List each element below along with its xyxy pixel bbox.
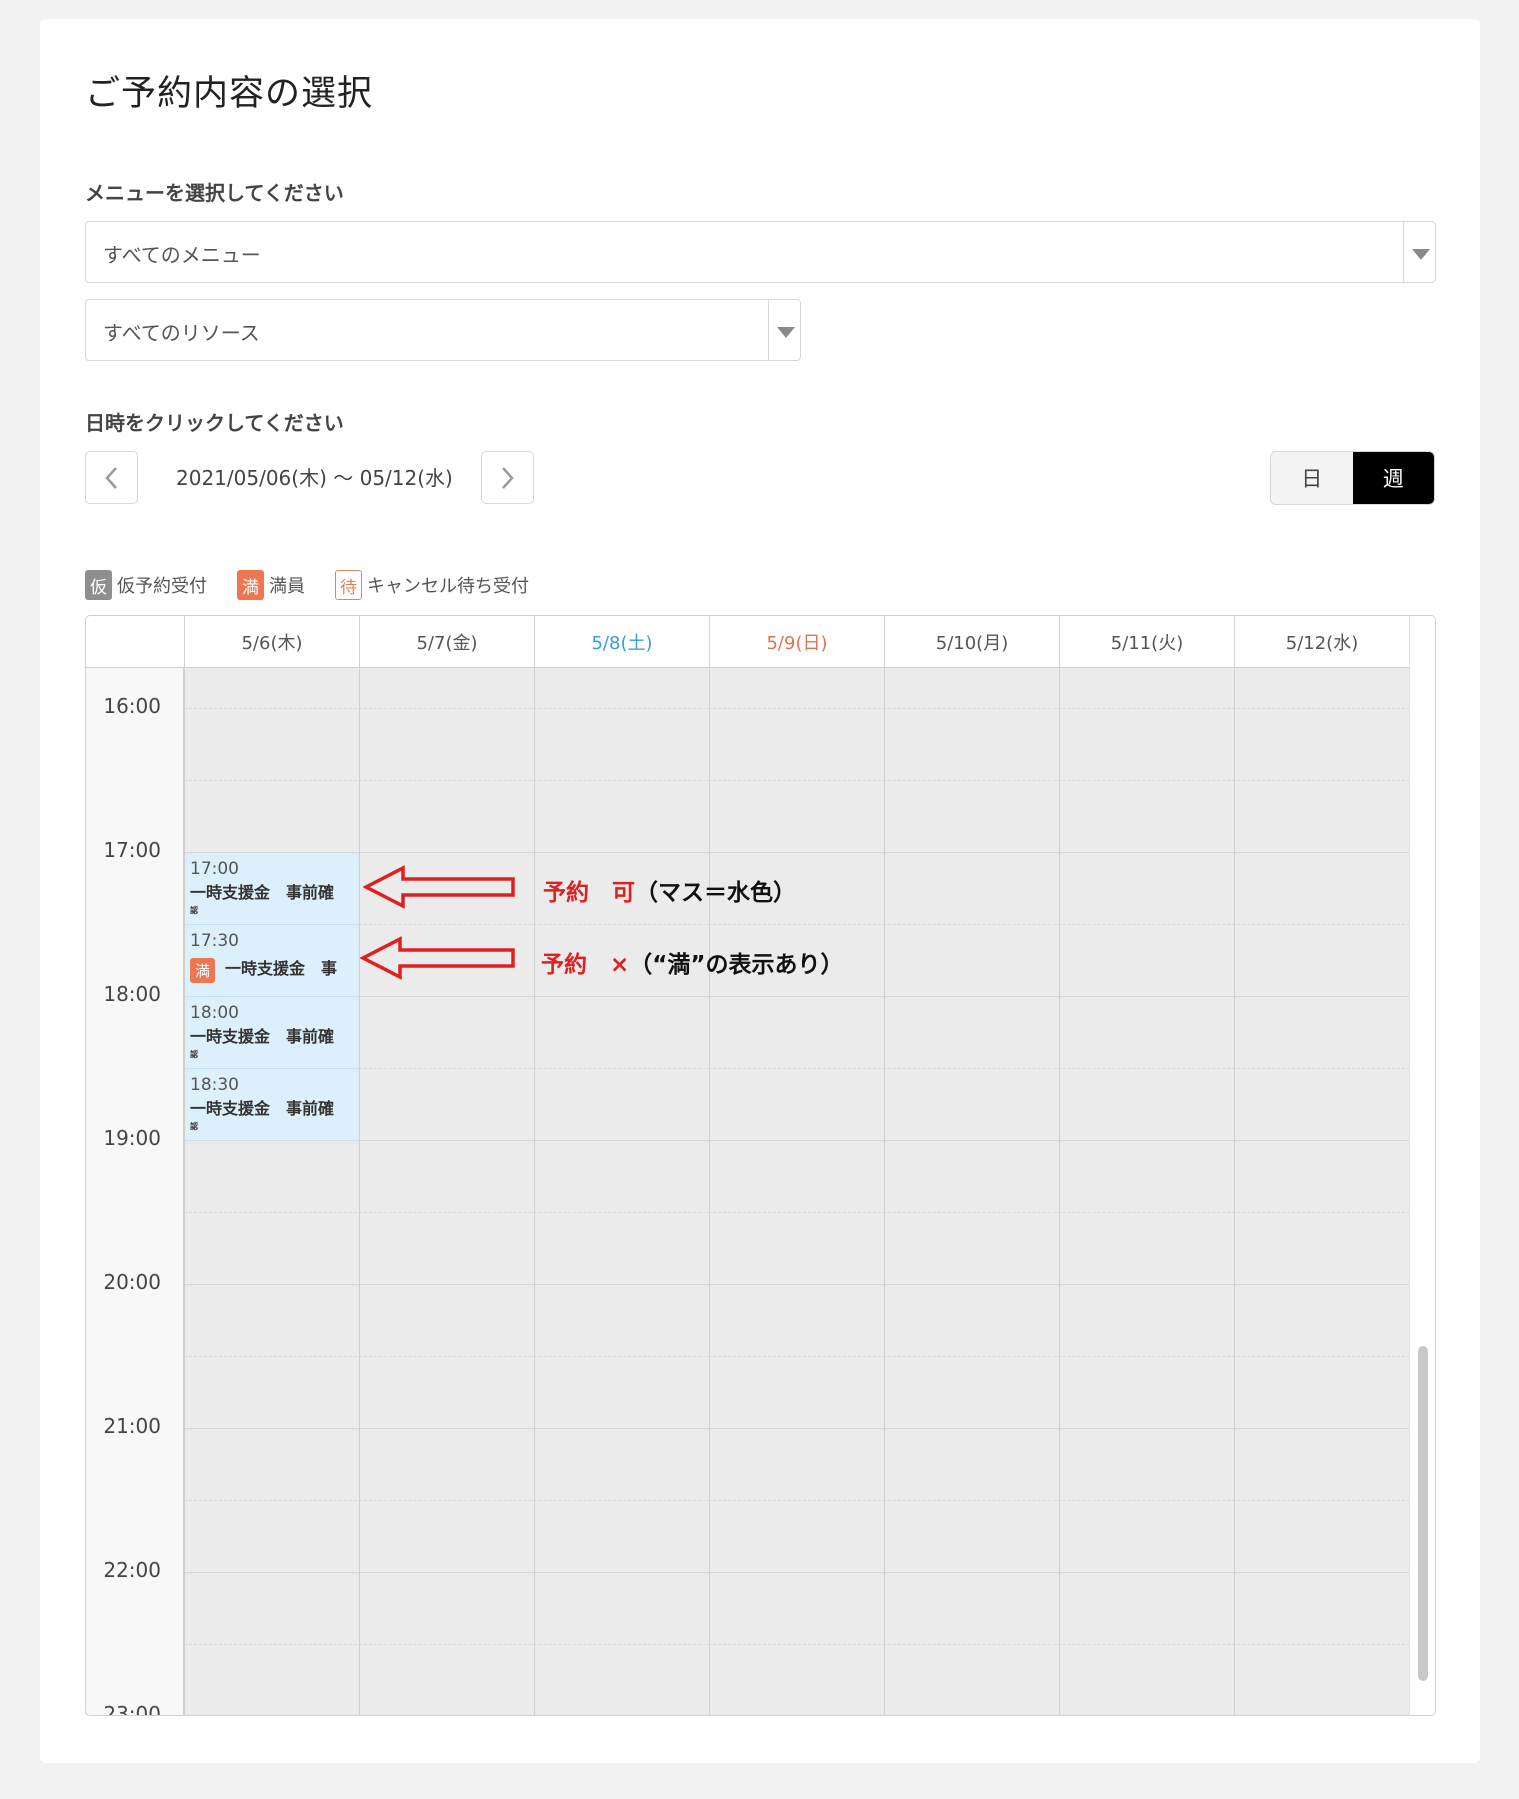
time-slot-full[interactable]: 17:30 満 一時支援金 事	[185, 925, 359, 997]
date-section-label: 日時をクリックしてください	[85, 411, 344, 435]
menu-select[interactable]: すべてのメニュー	[85, 221, 1436, 283]
calendar-scrollbar[interactable]	[1409, 616, 1435, 1715]
time-label: 20:00	[103, 1270, 161, 1294]
slot-menu-name-overflow: 認	[190, 1122, 198, 1131]
chevron-down-icon	[1412, 249, 1430, 260]
time-label: 18:00	[103, 982, 161, 1006]
scrollbar-thumb[interactable]	[1418, 1346, 1428, 1681]
slot-menu-name: 一時支援金 事前確	[190, 883, 335, 902]
day-header: 5/10(月)	[884, 616, 1059, 667]
grid-row-line	[184, 1644, 1410, 1645]
grid-row-line	[184, 1068, 1410, 1069]
day-header: 5/6(木)	[184, 616, 359, 667]
date-range-text: 2021/05/06(木) ～ 05/12(水)	[176, 466, 453, 490]
time-label: 19:00	[103, 1126, 161, 1150]
grid-column-line	[359, 668, 360, 1715]
legend-label: 満員	[269, 576, 305, 597]
chevron-down-icon	[777, 327, 795, 338]
page-title: ご予約内容の選択	[85, 74, 374, 114]
legend: 仮 仮予約受付 満 満員 待 キャンセル待ち受付	[85, 570, 559, 600]
annotation-arrow-icon	[360, 936, 515, 980]
week-calendar: 5/6(木) 5/7(金) 5/8(土) 5/9(日) 5/10(月) 5/11…	[85, 615, 1436, 1716]
slot-time: 17:00	[190, 859, 239, 879]
annotation-full-status: 予約 ×	[541, 952, 630, 978]
slot-menu-name-overflow: 認	[190, 1050, 198, 1059]
provisional-badge: 仮	[85, 570, 112, 600]
chevron-right-icon	[502, 467, 514, 489]
grid-row-line	[184, 996, 1410, 997]
slot-menu-name: 一時支援金 事前確	[190, 1099, 335, 1118]
day-header: 5/11(火)	[1059, 616, 1234, 667]
time-slot[interactable]: 18:00 一時支援金 事前確 認	[185, 997, 359, 1069]
annotation-available: 予約 可（マス＝水色）	[543, 873, 796, 907]
next-week-button[interactable]	[481, 451, 534, 504]
time-slot[interactable]: 18:30 一時支援金 事前確 認	[185, 1069, 359, 1141]
annotation-full-note: （“満”の表示あり）	[629, 952, 844, 978]
grid-column-line	[884, 668, 885, 1715]
slot-menu-name: 一時支援金 事	[225, 959, 338, 978]
time-label: 17:00	[103, 838, 161, 862]
time-label: 21:00	[103, 1414, 161, 1438]
grid-row-line	[184, 924, 1410, 925]
calendar-grid[interactable]: 17:00 一時支援金 事前確 認 17:30 満 一時支援金 事 18:00 …	[184, 668, 1410, 1715]
menu-section-label: メニューを選択してください	[85, 181, 344, 205]
full-badge: 満	[190, 958, 215, 983]
full-badge: 満	[237, 570, 264, 600]
time-label: 22:00	[103, 1558, 161, 1582]
annotation-available-status: 予約 可	[543, 880, 635, 906]
grid-column-line	[534, 668, 535, 1715]
day-header: 5/12(水)	[1234, 616, 1409, 667]
waitlist-badge: 待	[335, 570, 362, 600]
day-header: 5/7(金)	[359, 616, 534, 667]
prev-week-button[interactable]	[85, 451, 138, 504]
reservation-card: ご予約内容の選択 メニューを選択してください すべてのメニュー すべてのリソース…	[40, 19, 1480, 1763]
annotation-full: 予約 ×（“満”の表示あり）	[541, 945, 844, 979]
resource-select-value: すべてのリソース	[103, 321, 260, 345]
chevron-left-icon	[105, 467, 117, 489]
legend-item-waitlist: 待 キャンセル待ち受付	[335, 570, 529, 600]
grid-column-line	[184, 668, 185, 1715]
time-label: 16:00	[103, 694, 161, 718]
slot-time: 17:30	[190, 931, 239, 951]
day-header-sunday: 5/9(日)	[709, 616, 884, 667]
annotation-available-note: （マス＝水色）	[635, 880, 796, 906]
menu-select-toggle[interactable]	[1403, 222, 1435, 282]
legend-item-full: 満 満員	[237, 570, 305, 600]
time-column: 16:00 17:00 18:00 19:00 20:00 21:00 22:0…	[86, 668, 184, 1716]
slot-menu-name: 一時支援金 事前確	[190, 1027, 335, 1046]
grid-row-line	[184, 852, 1410, 853]
day-view-button[interactable]: 日	[1271, 452, 1353, 504]
legend-label: 仮予約受付	[117, 576, 207, 597]
time-slot[interactable]: 17:00 一時支援金 事前確 認	[185, 853, 359, 925]
view-toggle: 日 週	[1270, 451, 1435, 505]
resource-select-toggle[interactable]	[768, 300, 800, 360]
grid-column-line	[1059, 668, 1060, 1715]
calendar-header: 5/6(木) 5/7(金) 5/8(土) 5/9(日) 5/10(月) 5/11…	[86, 616, 1411, 668]
menu-select-value: すべてのメニュー	[103, 243, 261, 267]
grid-column-line	[1234, 668, 1235, 1715]
grid-row-line	[184, 1500, 1410, 1501]
day-header-saturday: 5/8(土)	[534, 616, 709, 667]
legend-label: キャンセル待ち受付	[367, 576, 529, 597]
slot-time: 18:00	[190, 1003, 239, 1023]
legend-item-provisional: 仮 仮予約受付	[85, 570, 207, 600]
grid-row-line	[184, 1284, 1410, 1285]
time-label: 23:00	[103, 1702, 161, 1716]
grid-row-line	[184, 1428, 1410, 1429]
grid-row-line	[184, 780, 1410, 781]
slot-menu-name-overflow: 認	[190, 906, 198, 915]
grid-row-line	[184, 708, 1410, 709]
grid-row-line	[184, 1140, 1410, 1141]
grid-row-line	[184, 1212, 1410, 1213]
grid-row-line	[184, 1572, 1410, 1573]
grid-column-line	[709, 668, 710, 1715]
annotation-arrow-icon	[363, 865, 515, 909]
slot-time: 18:30	[190, 1075, 239, 1095]
resource-select[interactable]: すべてのリソース	[85, 299, 801, 361]
grid-row-line	[184, 1356, 1410, 1357]
week-view-button[interactable]: 週	[1352, 452, 1434, 504]
